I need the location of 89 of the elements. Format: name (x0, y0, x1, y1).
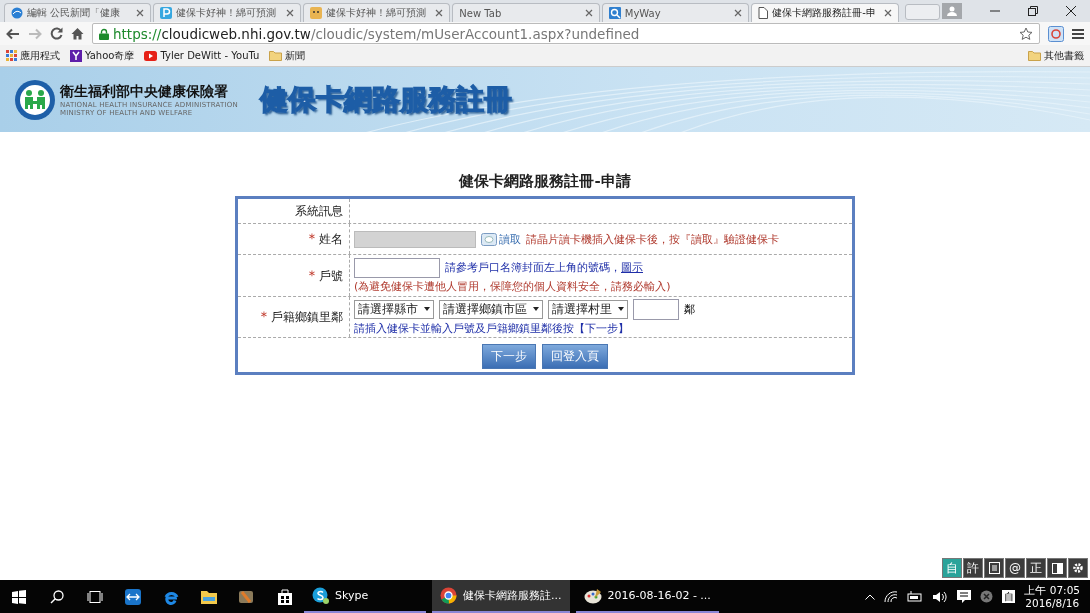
ime-key[interactable] (984, 558, 1004, 578)
reload-icon[interactable] (50, 27, 63, 40)
browser-tab[interactable]: 健保卡網路服務註冊-申 (751, 3, 899, 22)
ime-key[interactable]: @ (1005, 558, 1025, 578)
back-icon[interactable] (6, 27, 20, 40)
form-title: 健保卡網路服務註冊-申請 (459, 172, 631, 191)
bookmark[interactable]: Tyler DeWitt - YouTu (144, 50, 260, 61)
document-icon (988, 562, 1000, 574)
p-logo-icon (160, 7, 173, 19)
palette-icon (583, 587, 602, 604)
speaker-icon[interactable] (932, 590, 949, 603)
bookmark[interactable]: Yahoo奇摩 (70, 48, 135, 63)
lock-icon (99, 27, 109, 40)
menu-icon[interactable] (1072, 27, 1084, 40)
bookmark[interactable]: 其他書籤 (1028, 48, 1084, 63)
diagram-link[interactable]: 圖示 (621, 260, 643, 275)
close-icon[interactable] (883, 9, 892, 17)
form-button[interactable]: 回登入頁 (542, 344, 608, 369)
settings-icon (1072, 562, 1084, 574)
browser-tab[interactable]: 健保卡好神！綿可預測 (153, 3, 301, 22)
restore-icon[interactable] (1028, 6, 1038, 16)
caret-icon (533, 307, 539, 311)
card-reader-icon (481, 232, 497, 246)
skype-icon (312, 587, 329, 604)
browser-tab[interactable]: 健保卡好神！綿可預測 (302, 3, 451, 22)
globe-icon (11, 7, 23, 19)
caret-icon (424, 307, 430, 311)
hint-text: 請晶片讀卡機插入健保卡後，按『讀取』驗證健保卡 (526, 231, 779, 247)
remote-app-icon[interactable] (125, 588, 141, 605)
search-icon[interactable] (50, 589, 64, 604)
bookmark[interactable]: 應用程式 (6, 48, 60, 63)
dropdown[interactable]: 請選擇縣市 (354, 299, 434, 319)
face-icon (309, 7, 322, 19)
browser-tab[interactable]: 編輯 公民新聞「健康 (4, 3, 152, 22)
agency-name: 衛生福利部中央健康保險署 (60, 82, 229, 101)
bookmark[interactable]: 新聞 (269, 48, 306, 63)
hint-text: 請參考戶口名簿封面左上角的號碼， (445, 260, 621, 275)
page-icon (758, 7, 769, 19)
banner-title: 健保卡網路服務註冊 (259, 81, 512, 118)
ime-key[interactable]: 正 (1026, 558, 1046, 578)
input-method-indicator[interactable]: 自 (1002, 590, 1016, 603)
blocked-circle-icon[interactable] (980, 590, 994, 603)
folder-icon[interactable] (201, 589, 217, 604)
dropdown[interactable]: 請選擇村里 (548, 299, 628, 319)
close-icon[interactable] (1066, 6, 1076, 16)
chevron-up-icon[interactable] (865, 593, 876, 600)
star-icon[interactable] (1019, 26, 1033, 41)
field-label: ＊戶籍鄉鎮里鄰 (257, 308, 343, 326)
ime-key[interactable] (1047, 558, 1067, 578)
dropdown[interactable]: 請選擇鄉鎮市區 (439, 299, 543, 319)
apps-grid-icon (6, 50, 17, 61)
play-icon (144, 50, 158, 61)
household-number-field[interactable] (354, 257, 440, 278)
caret-icon (618, 307, 624, 311)
sync-icon[interactable] (1048, 25, 1064, 42)
taskbar-app[interactable]: 健保卡網路服務註... (432, 580, 570, 613)
field-label: ＊姓名 (305, 230, 343, 248)
taskbar-app[interactable]: Skype (304, 580, 426, 613)
neighborhood-field[interactable] (633, 298, 679, 320)
yahoo-icon (70, 49, 82, 62)
home-icon[interactable] (71, 27, 84, 40)
hint-text: 請插入健保卡並輸入戶號及戶籍鄉鎮里鄰後按【下一步】 (354, 320, 630, 336)
health-logo-icon (14, 78, 56, 121)
task-view-icon[interactable] (87, 590, 103, 603)
store-bag-icon[interactable] (278, 588, 292, 605)
read-button[interactable]: 讀取 (481, 231, 521, 247)
search-icon (608, 7, 621, 19)
name-field[interactable] (354, 230, 476, 248)
field-label: ＊戶號 (305, 266, 343, 285)
ime-key[interactable]: 許 (963, 558, 983, 578)
battery-icon[interactable] (907, 590, 924, 603)
clock-time[interactable]: 上午 07:05 (1024, 583, 1080, 597)
windows-start-icon[interactable] (12, 589, 26, 604)
browser-tab[interactable]: New Tab (452, 3, 600, 22)
half-square-icon (1051, 562, 1063, 574)
address-bar[interactable]: https://cloudicweb.nhi.gov.tw/cloudic/system/mUserAccount1.aspx?undefined (92, 23, 1040, 44)
wifi-icon[interactable] (884, 590, 899, 603)
folder-icon (269, 50, 283, 61)
chrome-browser-icon (440, 587, 457, 604)
url-text: https://cloudicweb.nhi.gov.tw/cloudic/system/mUserAccount1.aspx?undefined (113, 25, 640, 42)
field-label: 系統訊息 (295, 202, 343, 220)
browser-tab[interactable]: MyWay (601, 3, 750, 22)
taskbar-app[interactable]: 2016-08-16-02 - ... (575, 580, 719, 613)
ime-key[interactable] (1068, 558, 1088, 578)
folder-icon (1028, 50, 1041, 61)
clock-date[interactable]: 2016/8/16 (1025, 596, 1080, 610)
unit-label: 鄰 (684, 301, 695, 317)
note-text: (為避免健保卡遭他人冒用，保障您的個人資料安全，請務必輸入) (354, 278, 672, 294)
message-icon[interactable] (957, 589, 972, 604)
